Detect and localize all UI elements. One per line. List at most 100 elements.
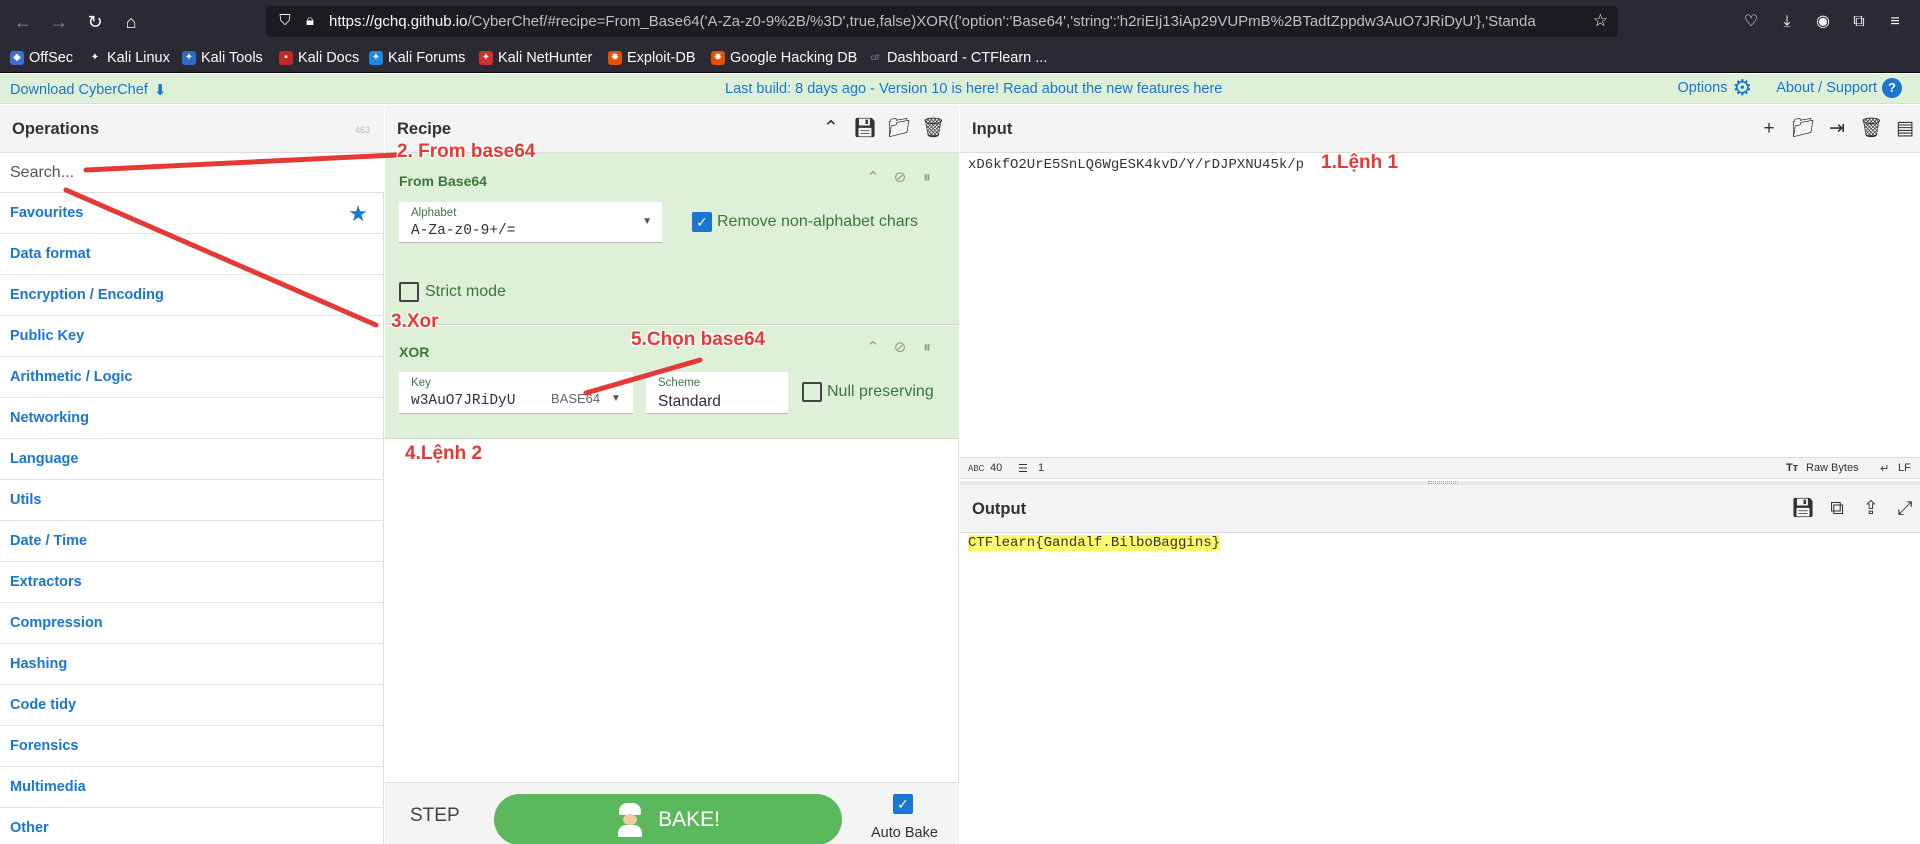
remove-nonalpha-checkbox[interactable]: ✓ (692, 212, 712, 232)
category-favourites[interactable]: Favourites ★ (0, 193, 384, 234)
input-panel: Input + 📁︎ ⇥ 🗑︎ ▤ xD6kfO2UrE5SnLQ6WgESK4… (960, 105, 1920, 481)
category-arithmetic-logic[interactable]: Arithmetic / Logic (0, 357, 384, 398)
forward-arrow-icon[interactable]: → (47, 10, 71, 34)
bookmark-star-icon[interactable]: ☆ (1593, 11, 1608, 31)
output-text[interactable]: CTFlearn{Gandalf.BilboBaggins} (968, 535, 1221, 551)
download-cyberchef-link[interactable]: Download CyberChef ⬇ (10, 81, 166, 99)
about-support-link[interactable]: About / Support (1776, 80, 1877, 96)
category-compression[interactable]: Compression (0, 603, 384, 644)
category-date-time[interactable]: Date / Time (0, 521, 384, 562)
category-extractors[interactable]: Extractors (0, 562, 384, 603)
bake-button[interactable]: BAKE! (494, 794, 842, 844)
bookmark-kali-docs[interactable]: ▪ Kali Docs (279, 48, 359, 68)
xor-key-field[interactable]: Key w3AuO7JRiDyU BASE64 ▼ (399, 372, 633, 414)
bookmark-offsec[interactable]: ◆ OffSec (10, 48, 73, 68)
lines-icon: ☰ (1018, 463, 1028, 475)
pocket-icon[interactable]: ♡ (1739, 10, 1763, 34)
clear-input-icon[interactable]: 🗑︎ (1859, 117, 1883, 141)
category-public-key[interactable]: Public Key (0, 316, 384, 357)
url-text[interactable]: https://gchq.github.io/CyberChef/#recipe… (329, 13, 1554, 30)
browser-toolbar: ← → ↻ ⌂ ⛉ 🔒︎ https://gchq.github.io/Cybe… (0, 0, 1920, 43)
bookmark-kali-linux[interactable]: ✦ Kali Linux (88, 48, 170, 68)
account-icon[interactable]: ◉ (1811, 10, 1835, 34)
collapse-chevron-icon[interactable]: ⌃ (863, 338, 883, 358)
lock-icon[interactable]: 🔒︎ (300, 11, 320, 31)
help-icon[interactable]: ? (1882, 78, 1902, 98)
recipe-panel: Recipe ⌃ 💾︎ 📁︎ 🗑︎ From Base64 ⌃ ⊘ ⏸︎ Alp… (385, 105, 959, 844)
download-icon: ⬇ (153, 82, 167, 99)
alphabet-field[interactable]: Alphabet A-Za-z0-9+/= ▼ (399, 202, 662, 243)
open-folder-icon[interactable]: 📁︎ (1791, 117, 1815, 141)
replace-input-icon[interactable]: ⇪ (1859, 497, 1883, 521)
menu-icon[interactable]: ≡ (1883, 10, 1907, 34)
category-utils[interactable]: Utils (0, 480, 384, 521)
from-base64-operation[interactable]: From Base64 ⌃ ⊘ ⏸︎ Alphabet A-Za-z0-9+/=… (385, 153, 959, 325)
raw-bytes-label[interactable]: Raw Bytes (1806, 462, 1859, 474)
category-multimedia[interactable]: Multimedia (0, 767, 384, 808)
maximise-icon[interactable]: ⤢ (1893, 497, 1917, 521)
operations-search-input[interactable] (0, 153, 384, 193)
dropdown-caret-icon[interactable]: ▼ (611, 393, 621, 404)
input-textarea[interactable]: xD6kfO2UrE5SnLQ6WgESK4kvD/Y/rDJPXNU45k/p (968, 157, 1304, 173)
category-encryption-encoding[interactable]: Encryption / Encoding (0, 275, 384, 316)
strict-mode-checkbox[interactable] (399, 282, 419, 302)
operations-count: 463 (354, 125, 370, 135)
breakpoint-pause-icon[interactable]: ⏸︎ (917, 168, 937, 188)
category-other[interactable]: Other (0, 808, 384, 844)
category-data-format[interactable]: Data format (0, 234, 384, 275)
bookmark-kali-tools[interactable]: ✦ Kali Tools (182, 48, 263, 68)
downloads-icon[interactable]: ⤓ (1775, 10, 1799, 34)
category-code-tidy[interactable]: Code tidy (0, 685, 384, 726)
load-recipe-icon[interactable]: 📁︎ (887, 117, 911, 141)
null-preserving-checkbox[interactable] (802, 382, 822, 402)
annotation-5: 5.Chọn base64 (631, 329, 766, 350)
gear-icon[interactable]: ⚙ (1733, 77, 1753, 99)
open-file-icon[interactable]: ⇥ (1825, 117, 1849, 141)
options-link[interactable]: Options (1678, 80, 1728, 96)
eol-icon[interactable]: ↵ (1880, 462, 1889, 475)
dropdown-caret-icon[interactable]: ▼ (642, 216, 652, 227)
eol-label[interactable]: LF (1898, 462, 1911, 474)
disable-icon[interactable]: ⊘ (890, 168, 910, 188)
operations-title: Operations (12, 120, 100, 138)
bookmark-google-hacking-db[interactable]: ✸ Google Hacking DB (711, 48, 857, 68)
category-networking[interactable]: Networking (0, 398, 384, 439)
star-icon[interactable]: ★ (348, 201, 368, 227)
extensions-icon[interactable]: ⧉ (1847, 10, 1871, 34)
ghdb-icon: ✸ (711, 51, 725, 65)
reload-icon[interactable]: ↻ (83, 10, 107, 34)
shield-icon[interactable]: ⛉ (275, 11, 295, 31)
add-tab-icon[interactable]: + (1757, 117, 1781, 141)
category-hashing[interactable]: Hashing (0, 644, 384, 685)
features-link[interactable]: here (1193, 81, 1222, 97)
xor-scheme-field[interactable]: Scheme Standard (646, 372, 788, 414)
category-forensics[interactable]: Forensics (0, 726, 384, 767)
xor-title: XOR (399, 344, 430, 360)
category-language[interactable]: Language (0, 439, 384, 480)
clear-recipe-icon[interactable]: 🗑︎ (921, 117, 945, 141)
bookmark-kali-forums[interactable]: ✦ Kali Forums (369, 48, 465, 68)
bookmark-exploit-db[interactable]: ✸ Exploit-DB (608, 48, 696, 68)
xor-key-input[interactable]: w3AuO7JRiDyU (411, 393, 531, 409)
auto-bake-checkbox[interactable]: ✓ (893, 794, 913, 814)
resize-grip[interactable] (1428, 481, 1458, 484)
home-icon[interactable]: ⌂ (119, 10, 143, 34)
save-recipe-icon[interactable]: 💾︎ (853, 117, 877, 141)
build-notice: Last build: 8 days ago - Version 10 is h… (725, 81, 1223, 97)
disable-icon[interactable]: ⊘ (890, 338, 910, 358)
url-bar[interactable]: ⛉ 🔒︎ https://gchq.github.io/CyberChef/#r… (266, 6, 1618, 37)
reset-layout-icon[interactable]: ▤ (1893, 117, 1917, 141)
collapse-all-icon[interactable]: ⌃ (819, 117, 843, 141)
collapse-chevron-icon[interactable]: ⌃ (863, 168, 883, 188)
step-button[interactable]: STEP (410, 805, 460, 827)
text-type-icon[interactable]: Tт (1786, 462, 1798, 474)
bookmark-ctflearn[interactable]: ctf Dashboard - CTFlearn ... (868, 48, 1048, 68)
back-arrow-icon[interactable]: ← (11, 10, 35, 34)
copy-output-icon[interactable]: ⧉ (1825, 497, 1849, 521)
breakpoint-pause-icon[interactable]: ⏸︎ (917, 338, 937, 358)
bookmark-kali-nethunter[interactable]: ✦ Kali NetHunter (479, 48, 592, 68)
key-type-dropdown[interactable]: BASE64 (551, 391, 600, 406)
input-length: 40 (990, 462, 1003, 474)
save-output-icon[interactable]: 💾︎ (1791, 497, 1815, 521)
output-panel: Output 💾︎ ⧉ ⇪ ⤢ CTFlearn{Gandalf.BilboBa… (960, 485, 1920, 844)
